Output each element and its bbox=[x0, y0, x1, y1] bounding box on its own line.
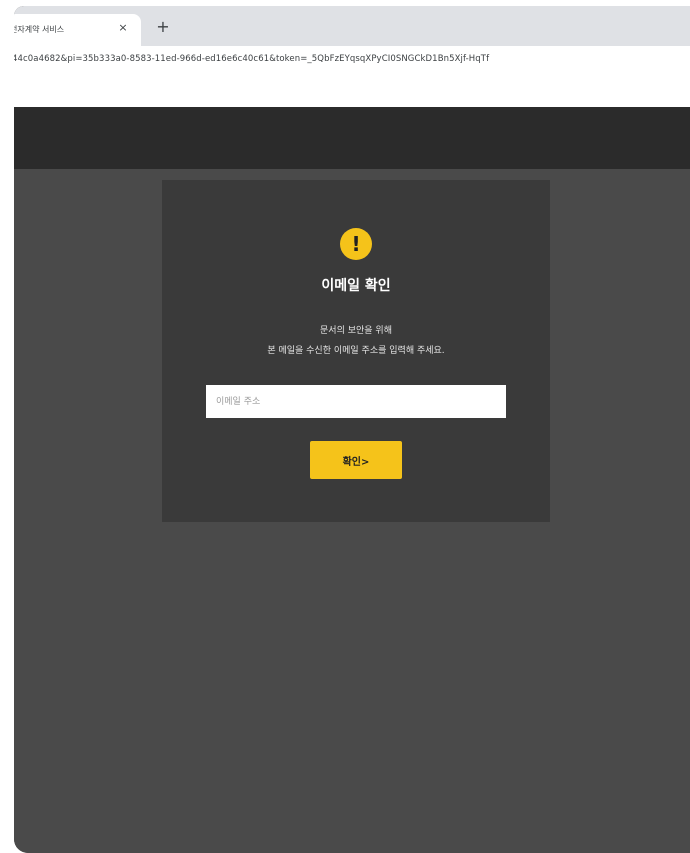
tab-active[interactable]: 전자계약 서비스 × bbox=[14, 14, 141, 46]
email-field[interactable] bbox=[206, 385, 506, 418]
dialog-description-line1: 문서의 보안을 위해 bbox=[320, 326, 392, 336]
dialog-description-line2: 본 메일을 수신한 이메일 주소를 입력해 주세요. bbox=[267, 346, 445, 356]
site-header bbox=[14, 107, 690, 169]
dialog-title: 이메일 확인 bbox=[321, 278, 391, 294]
address-bar[interactable]: 44c0a4682&pi=35b333a0-8583-11ed-966d-ed1… bbox=[14, 46, 690, 76]
warning-icon: ! bbox=[340, 228, 372, 260]
email-verification-card: ! 이메일 확인 문서의 보안을 위해 본 메일을 수신한 이메일 주소를 입력… bbox=[162, 180, 550, 522]
tab-bar: 전자계약 서비스 × + bbox=[14, 6, 690, 46]
new-tab-icon[interactable]: + bbox=[154, 18, 172, 36]
browser-window: 전자계약 서비스 × + 44c0a4682&pi=35b333a0-8583-… bbox=[14, 6, 690, 853]
close-icon[interactable]: × bbox=[116, 21, 130, 35]
confirm-button[interactable]: 확인> bbox=[310, 441, 402, 479]
browser-toolbar bbox=[14, 76, 690, 108]
url-text[interactable]: 44c0a4682&pi=35b333a0-8583-11ed-966d-ed1… bbox=[14, 54, 489, 64]
tab-title: 전자계약 서비스 bbox=[14, 25, 65, 34]
